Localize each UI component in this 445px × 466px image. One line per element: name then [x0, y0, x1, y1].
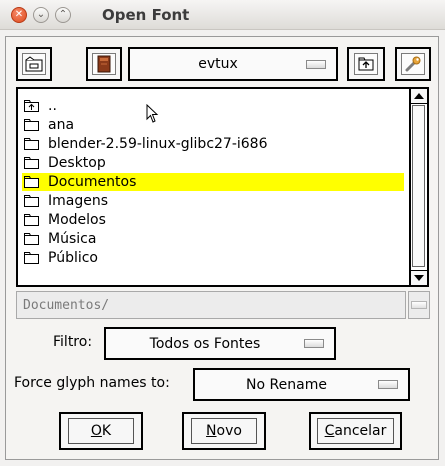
list-item[interactable]: ana	[24, 116, 74, 134]
file-name: Modelos	[48, 212, 106, 228]
path-dropdown-button[interactable]	[408, 291, 430, 319]
file-name: Documentos	[48, 174, 137, 190]
file-name: ..	[48, 98, 57, 114]
arrow-up-icon	[414, 93, 424, 99]
folder-icon	[24, 138, 40, 150]
window-title: Open Font	[102, 6, 190, 24]
list-item[interactable]: Música	[24, 230, 96, 248]
dropdown-indicator-icon	[378, 380, 398, 389]
chevron-down-icon: ⌄	[36, 9, 46, 20]
dropdown-indicator-icon	[306, 59, 326, 69]
list-item[interactable]: ..	[24, 97, 57, 115]
folder-icon	[24, 233, 40, 245]
list-item[interactable]: blender-2.59-linux-glibc27-i686	[24, 135, 268, 153]
scrollbar-thumb[interactable]	[412, 105, 425, 267]
file-name: Público	[48, 250, 98, 266]
folder-icon	[24, 119, 40, 131]
home-button[interactable]	[16, 47, 52, 81]
list-item-selected[interactable]: Documentos	[22, 173, 404, 191]
scroll-up-button[interactable]	[411, 89, 427, 104]
folder-icon	[24, 176, 40, 188]
file-name: ana	[48, 117, 75, 133]
arrow-down-icon	[414, 275, 424, 281]
maximize-window-button[interactable]: ⌃	[55, 7, 71, 23]
bookmarks-button[interactable]	[86, 47, 122, 81]
list-item[interactable]: Imagens	[24, 192, 108, 210]
path-input[interactable]: Documentos/	[16, 291, 406, 319]
folder-icon	[24, 252, 40, 264]
list-item[interactable]: Desktop	[24, 154, 106, 172]
cancel-button[interactable]: Cancelar	[309, 412, 402, 450]
home-folder-icon	[22, 53, 46, 75]
dropdown-indicator-icon	[304, 339, 324, 348]
bookmark-book-icon	[92, 53, 116, 75]
close-icon: ✕	[14, 9, 24, 20]
filter-label: Filtro:	[53, 334, 93, 350]
filter-value: Todos os Fontes	[149, 335, 261, 352]
glyph-names-value: No Rename	[246, 376, 327, 393]
chevron-up-icon: ⌃	[58, 9, 68, 20]
folder-icon	[24, 214, 40, 226]
minimize-window-button[interactable]: ⌄	[33, 7, 49, 23]
file-list-scrollbar[interactable]	[411, 87, 429, 287]
directory-select[interactable]: evtux	[128, 47, 338, 81]
parent-directory-button[interactable]	[347, 47, 385, 81]
dropdown-indicator-icon	[411, 301, 427, 309]
glyph-names-select[interactable]: No Rename	[193, 368, 410, 401]
folder-icon	[24, 195, 40, 207]
folder-icon	[24, 157, 40, 169]
new-button[interactable]: Novo	[182, 412, 266, 450]
file-name: Desktop	[48, 155, 106, 171]
cancel-button-label: Cancelar	[317, 418, 394, 444]
ok-button-label: OK	[68, 418, 134, 444]
parent-folder-icon	[24, 100, 40, 112]
parent-folder-icon	[354, 53, 378, 75]
ok-button[interactable]: OK	[59, 412, 143, 450]
directory-value: evtux	[198, 56, 238, 72]
mouse-cursor-icon	[146, 104, 159, 123]
file-name: Imagens	[48, 193, 109, 209]
file-list[interactable]: .. ana blender-2.59-linux-glibc27-i686 D…	[16, 87, 411, 287]
title-bar: ✕ ⌄ ⌃ Open Font	[0, 0, 445, 30]
filter-select[interactable]: Todos os Fontes	[104, 327, 336, 360]
scroll-down-button[interactable]	[411, 270, 427, 285]
list-item[interactable]: Público	[24, 249, 98, 267]
glyph-names-label: Force glyph names to:	[14, 375, 170, 391]
wrench-icon	[401, 53, 425, 75]
configure-button[interactable]	[395, 47, 431, 81]
new-button-label: Novo	[191, 418, 257, 444]
file-name: Música	[48, 231, 97, 247]
file-name: blender-2.59-linux-glibc27-i686	[48, 136, 268, 152]
close-window-button[interactable]: ✕	[11, 7, 27, 23]
list-item[interactable]: Modelos	[24, 211, 106, 229]
